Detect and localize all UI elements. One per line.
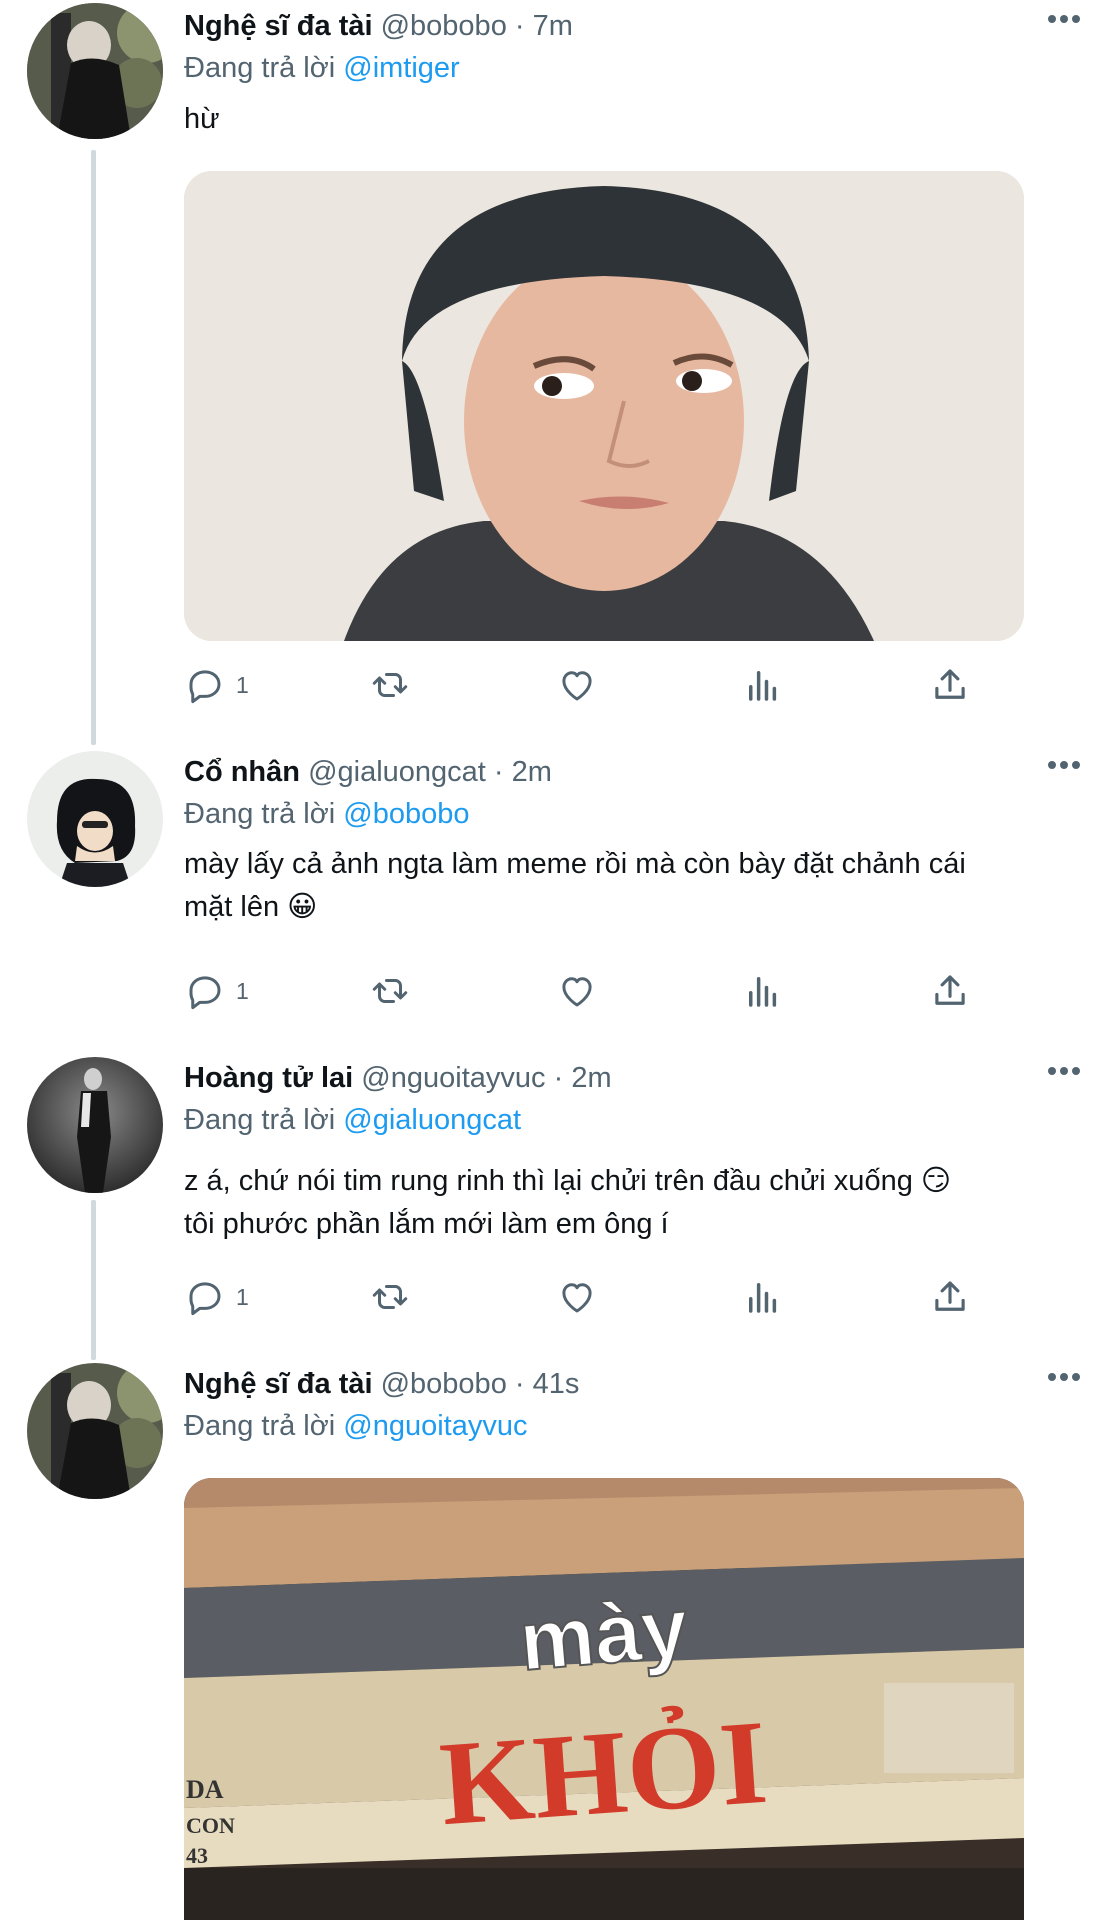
analytics-button[interactable] <box>742 660 784 710</box>
more-icon[interactable] <box>1044 4 1084 34</box>
sign-text: KHỎI <box>436 1695 771 1850</box>
reply-button[interactable]: 1 <box>184 1272 249 1322</box>
replying-prefix: Đang trả lời <box>184 798 336 830</box>
like-button[interactable] <box>556 660 608 710</box>
separator: · <box>514 10 525 42</box>
replying-prefix: Đang trả lời <box>184 52 336 84</box>
tweet[interactable]: Nghệ sĩ đa tài @bobobo · 41s Đang trả lờ… <box>0 1358 1119 1920</box>
mention-link[interactable]: @gialuongcat <box>343 1104 521 1136</box>
replying-to: Đang trả lời @gialuongcat <box>184 1100 521 1140</box>
tweet-text: mày lấy cả ảnh ngta làm meme rồi mà còn … <box>184 843 1064 929</box>
separator: · <box>553 1062 564 1094</box>
retweet-icon <box>372 979 408 1003</box>
reply-count: 1 <box>236 1283 249 1310</box>
analytics-icon <box>749 977 777 1007</box>
analytics-icon <box>749 1283 777 1313</box>
share-icon <box>935 1281 965 1311</box>
tweet-text: hừ <box>184 98 1064 141</box>
analytics-button[interactable] <box>742 1272 784 1322</box>
tweet-header: Nghệ sĩ đa tài @bobobo · 41s <box>184 1364 579 1404</box>
reply-icon <box>189 1282 221 1316</box>
retweet-button[interactable] <box>369 966 421 1016</box>
timestamp[interactable]: 7m <box>533 10 573 42</box>
avatar[interactable] <box>27 1057 163 1193</box>
author-handle[interactable]: @bobobo <box>381 1368 507 1400</box>
sign-side-text: 43 <box>186 1843 208 1868</box>
sign-side-text: CON <box>186 1813 235 1838</box>
author-handle[interactable]: @gialuongcat <box>308 756 486 788</box>
like-icon <box>562 1283 592 1313</box>
timestamp[interactable]: 2m <box>512 756 552 788</box>
author-name[interactable]: Hoàng tử lai <box>184 1062 353 1094</box>
tweet-text-line: z á, chứ nói tim rung rinh thì lại chửi … <box>184 1165 952 1197</box>
like-icon <box>562 671 592 701</box>
reply-count: 1 <box>236 671 249 698</box>
replying-to: Đang trả lời @nguoitayvuc <box>184 1406 527 1446</box>
author-name[interactable]: Nghệ sĩ đa tài <box>184 10 373 42</box>
tweet-header: Hoàng tử lai @nguoitayvuc · 2m <box>184 1058 612 1098</box>
tweet-header: Cổ nhân @gialuongcat · 2m <box>184 752 552 792</box>
mention-link[interactable]: @bobobo <box>343 798 469 830</box>
more-icon[interactable] <box>1044 1056 1084 1086</box>
tweet-text-line: mặt lên 😀 <box>184 891 318 923</box>
tweet-actions: 1 <box>184 966 1004 1016</box>
tweet[interactable]: Cổ nhân @gialuongcat · 2m Đang trả lời @… <box>0 746 1119 1046</box>
share-button[interactable] <box>929 966 971 1016</box>
mention-link[interactable]: @nguoitayvuc <box>343 1410 527 1442</box>
retweet-button[interactable] <box>369 1272 421 1322</box>
like-button[interactable] <box>556 966 608 1016</box>
tweet[interactable]: Nghệ sĩ đa tài @bobobo · 7m Đang trả lời… <box>0 0 1119 740</box>
tweet-photo[interactable] <box>184 171 1024 641</box>
like-button[interactable] <box>556 1272 608 1322</box>
more-icon[interactable] <box>1044 750 1084 780</box>
tweet-text-line: hừ <box>184 103 220 135</box>
replying-to: Đang trả lời @bobobo <box>184 794 469 834</box>
tweet-text-line: mày lấy cả ảnh ngta làm meme rồi mà còn … <box>184 848 966 880</box>
tweet-text-line: tôi phước phần lắm mới làm em ông í <box>184 1208 669 1240</box>
tweet-header: Nghệ sĩ đa tài @bobobo · 7m <box>184 6 573 46</box>
avatar[interactable] <box>27 1363 163 1499</box>
separator: · <box>514 1368 525 1400</box>
timestamp[interactable]: 41s <box>533 1368 580 1400</box>
avatar[interactable] <box>27 3 163 139</box>
reply-button[interactable]: 1 <box>184 966 249 1016</box>
retweet-icon <box>372 673 408 697</box>
meme-caption: mày <box>516 1580 692 1688</box>
like-icon <box>562 977 592 1007</box>
author-handle[interactable]: @nguoitayvuc <box>361 1062 545 1094</box>
timestamp[interactable]: 2m <box>571 1062 611 1094</box>
sign-side-text: DA <box>186 1775 224 1804</box>
reply-icon <box>189 670 221 704</box>
tweet-actions: 1 <box>184 660 1004 710</box>
tweet-photo[interactable]: mày KHỎI DA CON 43 <box>184 1478 1024 1920</box>
reply-count: 1 <box>236 977 249 1004</box>
avatar[interactable] <box>27 751 163 887</box>
analytics-icon <box>749 671 777 701</box>
share-button[interactable] <box>929 1272 971 1322</box>
retweet-icon <box>372 1285 408 1309</box>
author-name[interactable]: Nghệ sĩ đa tài <box>184 1368 373 1400</box>
analytics-button[interactable] <box>742 966 784 1016</box>
replying-prefix: Đang trả lời <box>184 1410 336 1442</box>
reply-button[interactable]: 1 <box>184 660 249 710</box>
mention-link[interactable]: @imtiger <box>343 52 459 84</box>
more-icon[interactable] <box>1044 1362 1084 1392</box>
author-name[interactable]: Cổ nhân <box>184 756 300 788</box>
tweet[interactable]: Hoàng tử lai @nguoitayvuc · 2m Đang trả … <box>0 1052 1119 1352</box>
share-icon <box>935 975 965 1005</box>
tweet-text: z á, chứ nói tim rung rinh thì lại chửi … <box>184 1160 1064 1246</box>
replying-to: Đang trả lời @imtiger <box>184 48 460 88</box>
share-icon <box>935 669 965 699</box>
reply-icon <box>189 976 221 1010</box>
replying-prefix: Đang trả lời <box>184 1104 336 1136</box>
share-button[interactable] <box>929 660 971 710</box>
separator: · <box>493 756 504 788</box>
retweet-button[interactable] <box>369 660 421 710</box>
tweet-actions: 1 <box>184 1272 1004 1322</box>
author-handle[interactable]: @bobobo <box>381 10 507 42</box>
